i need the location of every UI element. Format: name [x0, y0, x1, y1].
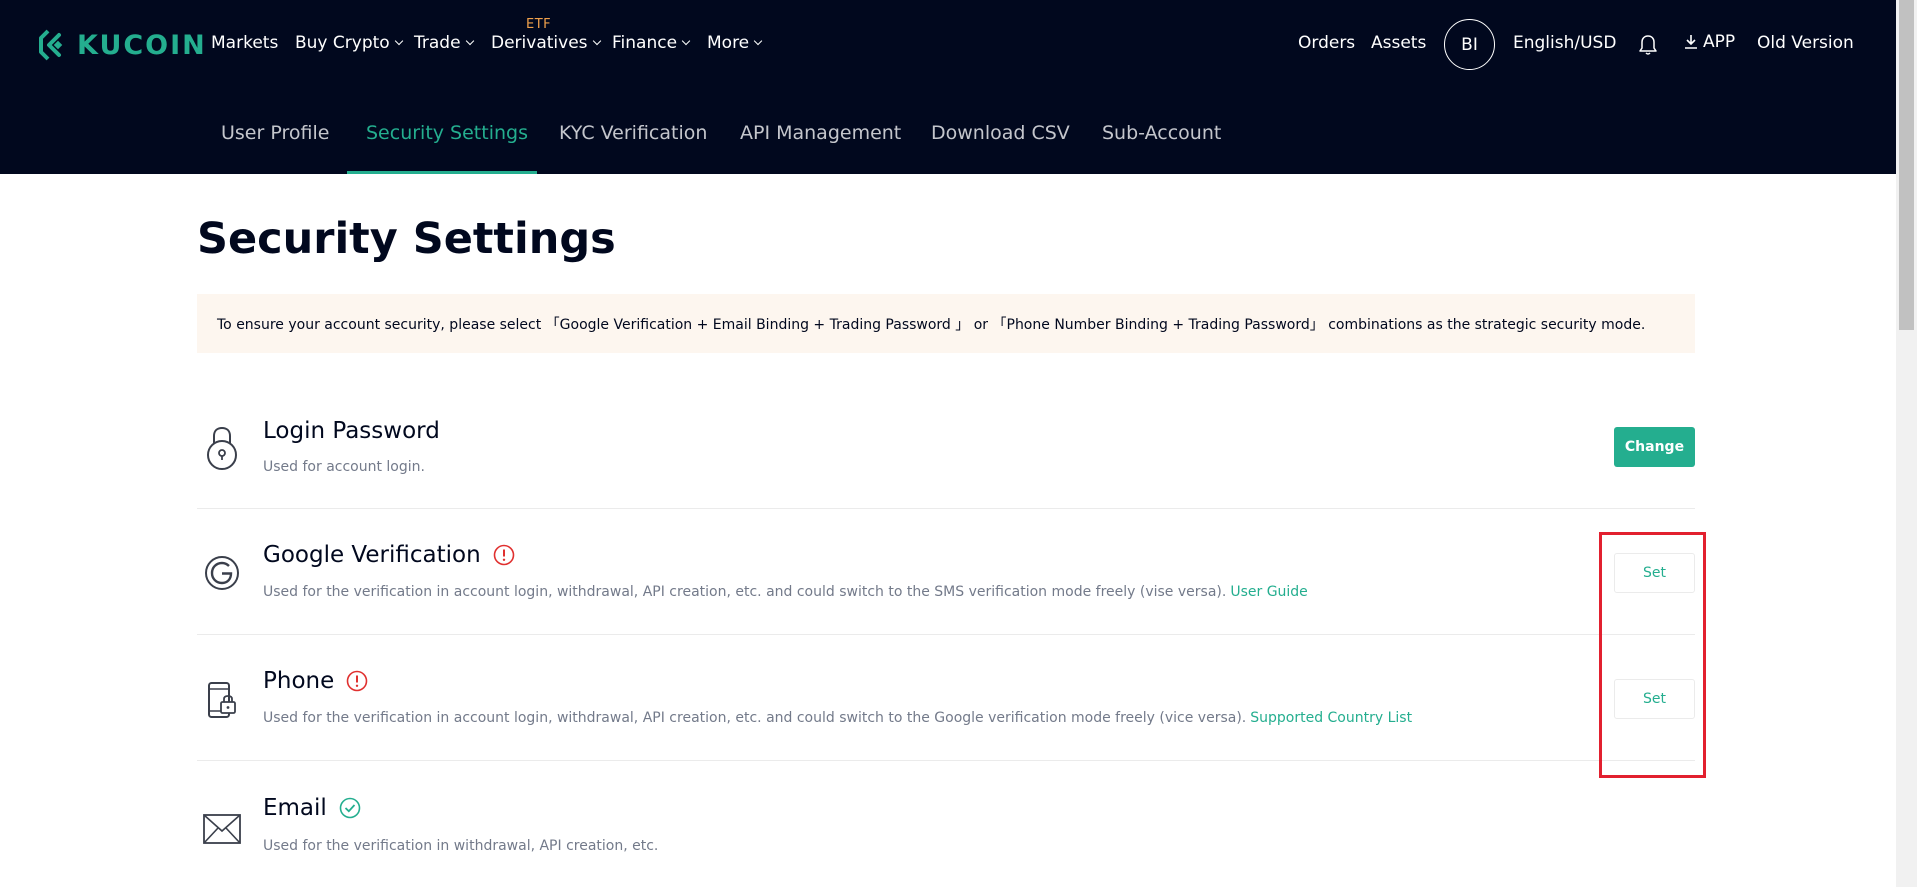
warning-icon: [346, 670, 368, 692]
tab-api-management[interactable]: API Management: [740, 122, 901, 144]
kucoin-logo-icon: [39, 29, 63, 61]
kucoin-logo[interactable]: KUCOIN: [35, 28, 207, 62]
setting-row-email: Email Used for the verification in withd…: [197, 761, 1695, 887]
tab-user-profile[interactable]: User Profile: [221, 122, 329, 144]
scrollbar-thumb[interactable]: [1899, 0, 1914, 330]
phone-lock-icon: [208, 682, 236, 718]
setting-description-text: Used for the verification in withdrawal,…: [263, 838, 659, 854]
nav-more[interactable]: More: [707, 33, 763, 53]
avatar[interactable]: BI: [1444, 19, 1495, 70]
assets-link[interactable]: Assets: [1371, 33, 1426, 53]
active-tab-indicator: [347, 171, 537, 174]
tab-kyc-verification[interactable]: KYC Verification: [559, 122, 707, 144]
app-label: APP: [1703, 32, 1736, 52]
verified-check-icon: [339, 797, 361, 819]
nav-markets[interactable]: Markets: [211, 33, 278, 53]
change-password-button[interactable]: Change: [1614, 427, 1695, 467]
tab-security-settings[interactable]: Security Settings: [366, 122, 528, 144]
setting-title: Google Verification: [263, 542, 515, 568]
highlight-annotation-box: [1599, 532, 1706, 778]
lock-icon: [207, 426, 237, 470]
chevron-down-icon: [681, 36, 691, 46]
app-download-link[interactable]: APP: [1684, 32, 1735, 52]
chevron-down-icon: [465, 36, 474, 46]
setting-description: Used for account login.: [263, 459, 425, 475]
nav-derivatives-label: Derivatives: [491, 33, 588, 53]
setting-title: Login Password: [263, 418, 440, 444]
chevron-down-icon: [753, 36, 763, 46]
tab-sub-account[interactable]: Sub-Account: [1102, 122, 1221, 144]
top-header: [0, 0, 1896, 174]
chevron-down-icon: [592, 36, 601, 46]
setting-description-text: Used for the verification in account log…: [263, 710, 1247, 726]
nav-buy-crypto-label: Buy Crypto: [295, 33, 390, 53]
orders-link[interactable]: Orders: [1298, 33, 1355, 53]
setting-row-phone: Phone Used for the verification in accou…: [197, 635, 1695, 761]
nav-markets-label: Markets: [211, 33, 279, 53]
chevron-down-icon: [394, 36, 403, 46]
setting-title: Email: [263, 795, 361, 821]
bell-icon[interactable]: [1638, 34, 1658, 56]
logo-text: KUCOIN: [77, 29, 207, 61]
setting-description: Used for the verification in account log…: [263, 710, 1412, 726]
supported-country-list-link[interactable]: Supported Country List: [1250, 710, 1412, 726]
tab-download-csv[interactable]: Download CSV: [931, 122, 1070, 144]
setting-title-text: Email: [263, 795, 327, 821]
security-notice-banner: To ensure your account security, please …: [197, 294, 1695, 353]
old-version-link[interactable]: Old Version: [1757, 33, 1854, 53]
language-currency-selector[interactable]: English/USD: [1513, 33, 1616, 53]
nav-derivatives[interactable]: Derivatives: [491, 33, 601, 53]
setting-description-text: Used for the verification in account log…: [263, 584, 1227, 600]
setting-title: Phone: [263, 668, 368, 694]
envelope-icon: [203, 814, 241, 844]
nav-trade-label: Trade: [414, 33, 461, 53]
setting-row-login-password: Login Password Used for account login.: [197, 383, 1695, 509]
setting-description: Used for the verification in account log…: [263, 584, 1308, 600]
setting-description-text: Used for account login.: [263, 459, 425, 475]
nav-buy-crypto[interactable]: Buy Crypto: [295, 33, 403, 53]
setting-description: Used for the verification in withdrawal,…: [263, 838, 658, 854]
nav-more-label: More: [707, 33, 750, 53]
setting-title-text: Google Verification: [263, 542, 481, 568]
nav-finance-label: Finance: [612, 33, 678, 53]
user-guide-link[interactable]: User Guide: [1230, 584, 1307, 600]
security-notice-text: To ensure your account security, please …: [217, 316, 1646, 333]
nav-finance[interactable]: Finance: [612, 33, 691, 53]
page-title: Security Settings: [197, 214, 616, 264]
download-icon: [1685, 35, 1697, 49]
setting-title-text: Phone: [263, 668, 335, 694]
google-icon: [205, 556, 239, 590]
setting-row-google-verification: Google Verification Used for the verific…: [197, 509, 1695, 635]
nav-trade[interactable]: Trade: [414, 33, 474, 53]
warning-icon: [493, 544, 514, 566]
setting-title-text: Login Password: [263, 418, 440, 444]
etf-badge: ETF: [526, 17, 552, 32]
